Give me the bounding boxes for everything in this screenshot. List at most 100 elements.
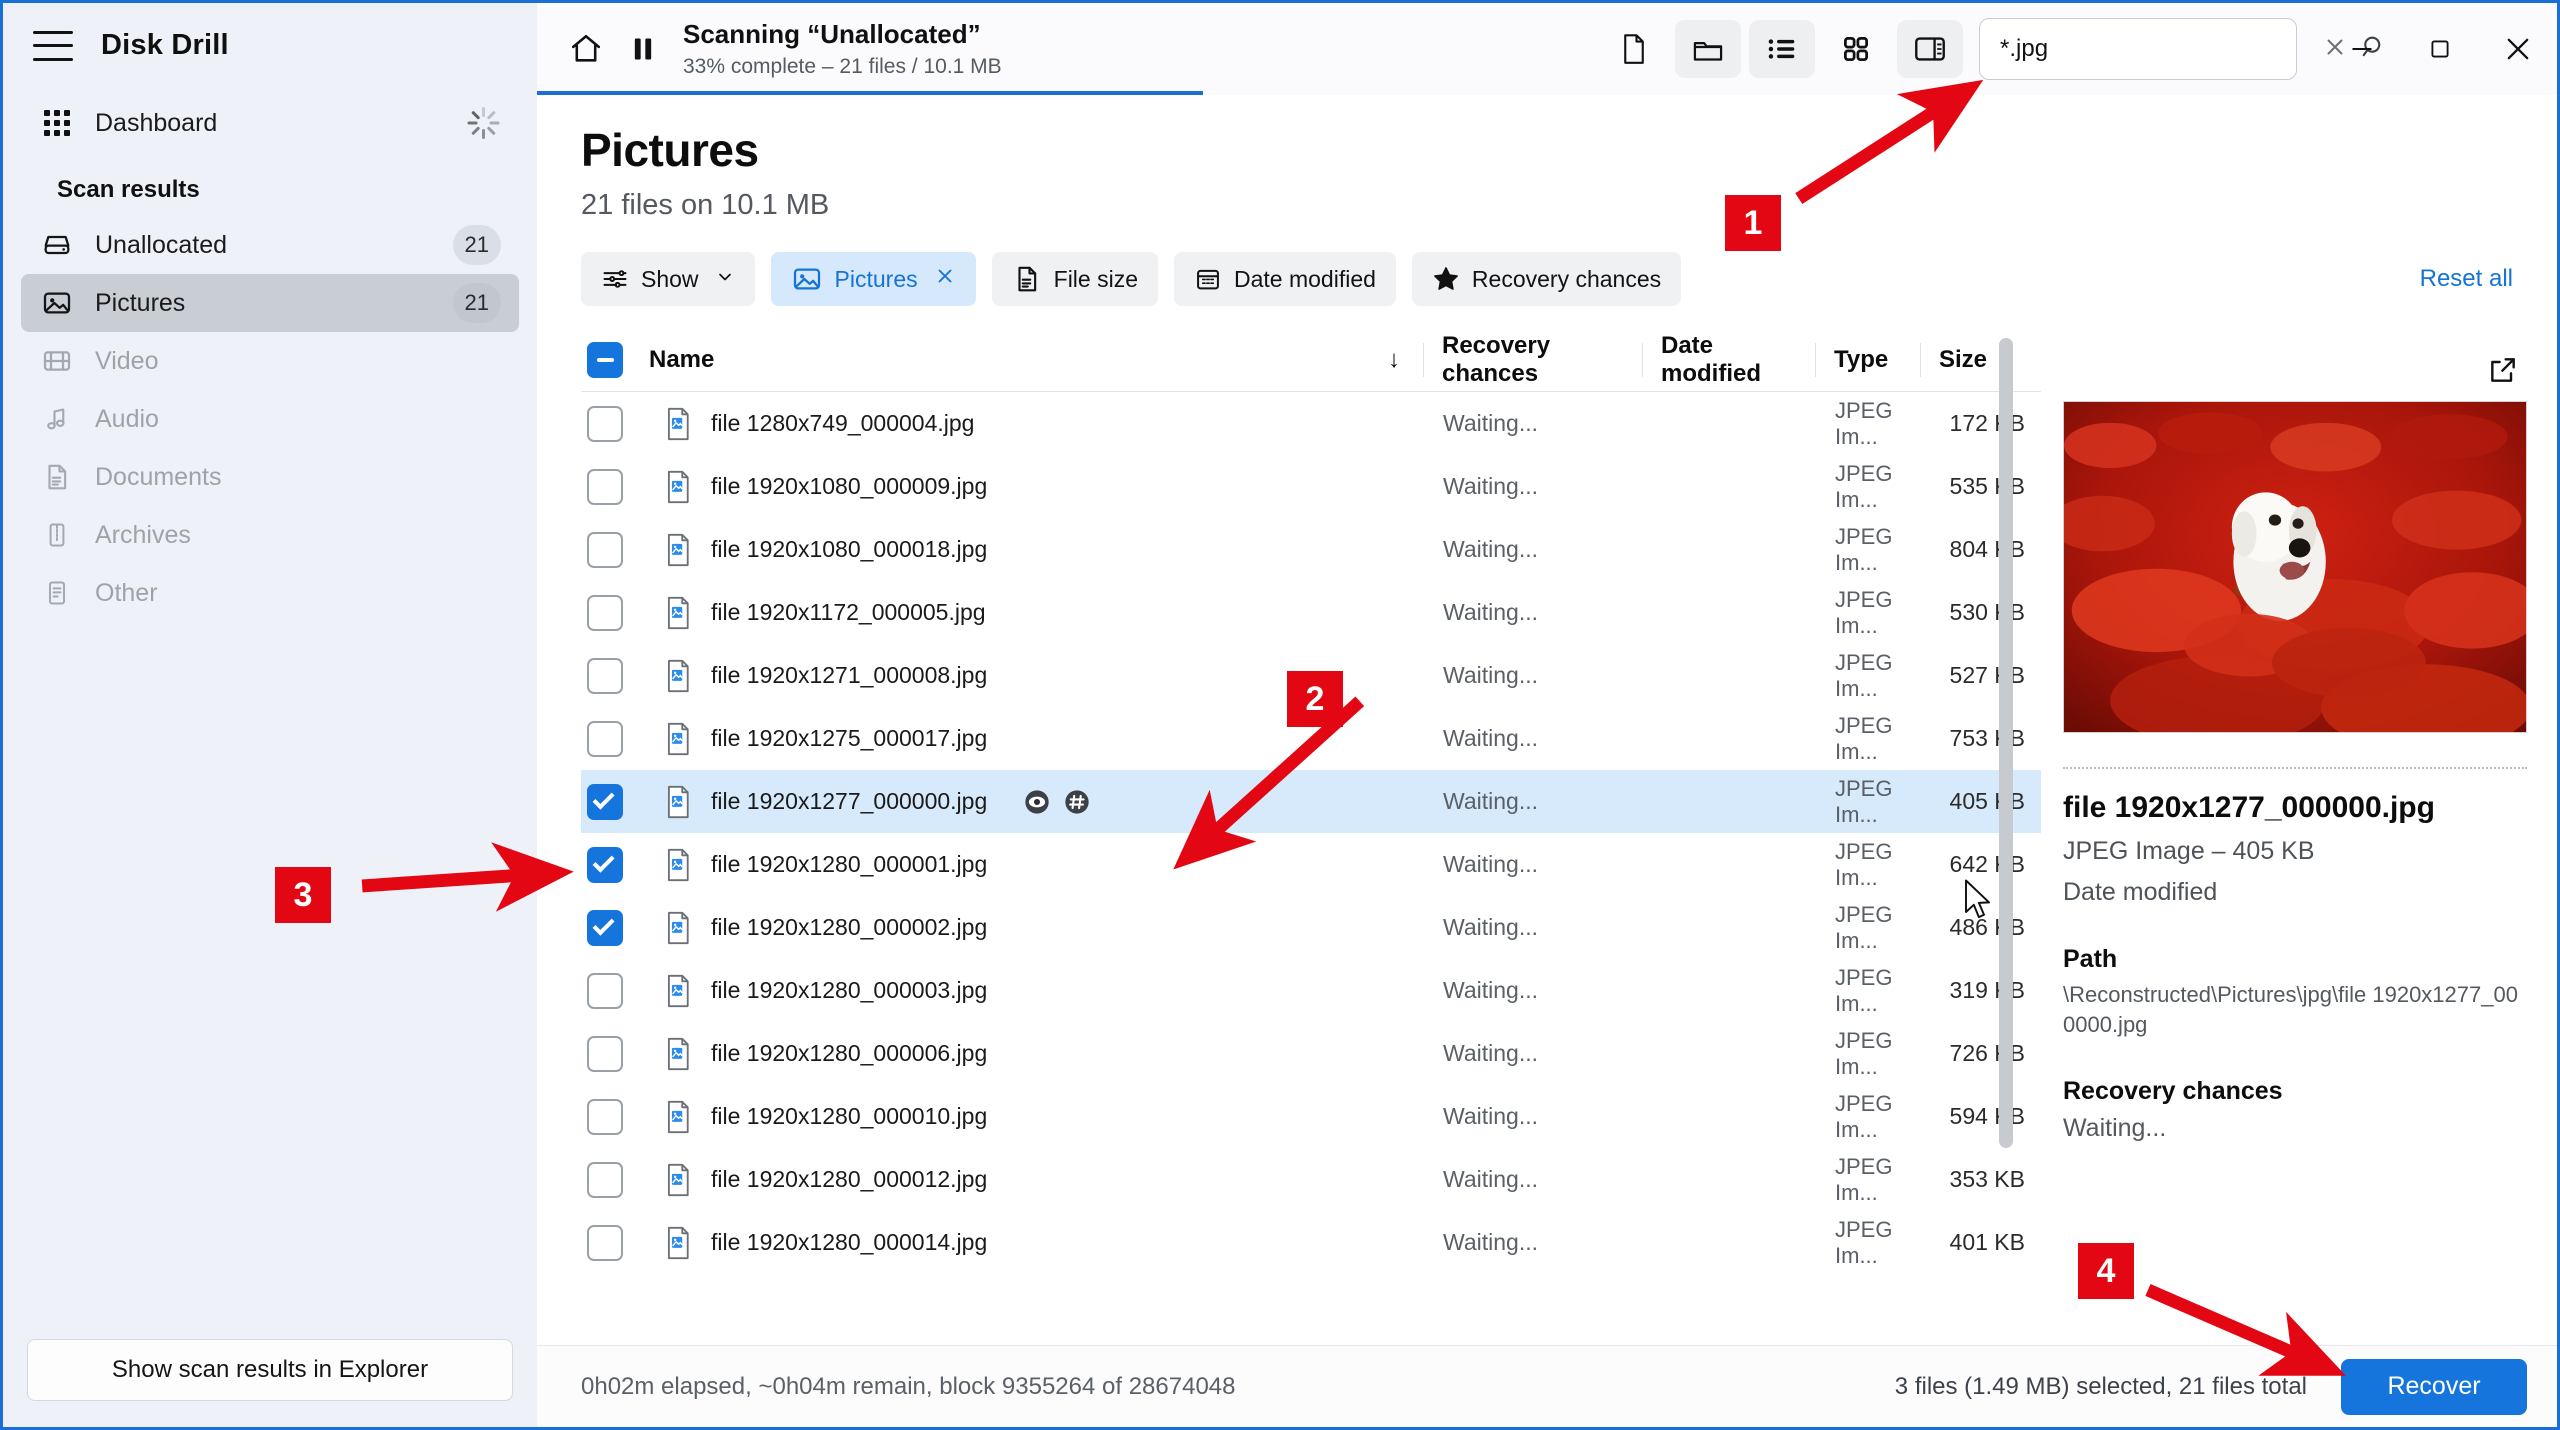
- recovery-chance-cell: Waiting...: [1443, 662, 1539, 688]
- table-row[interactable]: file 1920x1280_000010.jpg Waiting... JPEG …: [581, 1085, 2041, 1148]
- pause-icon[interactable]: [629, 34, 657, 64]
- remove-filter-icon[interactable]: [934, 265, 956, 294]
- preview-path-value: \Reconstructed\Pictures\jpg\file 1920x12…: [2063, 982, 2518, 1037]
- grid-view-icon[interactable]: [1823, 20, 1889, 78]
- sidebar-item-video[interactable]: Video: [21, 332, 519, 390]
- filter-chip-pictures[interactable]: Pictures: [770, 252, 976, 306]
- film-icon: [39, 344, 75, 378]
- sidebar-item-archives[interactable]: Archives: [21, 506, 519, 564]
- column-header-type[interactable]: Type: [1816, 346, 1920, 374]
- sidebar-item-pictures[interactable]: Pictures 21: [21, 274, 519, 332]
- list-view-icon[interactable]: [1749, 20, 1815, 78]
- vertical-scrollbar[interactable]: [1999, 338, 2013, 1148]
- open-external-icon[interactable]: [2487, 354, 2519, 391]
- folder-view-icon[interactable]: [1675, 20, 1741, 78]
- file-view-icon[interactable]: [1601, 20, 1667, 78]
- row-checkbox[interactable]: [581, 720, 645, 757]
- cell-divider: [1642, 911, 1643, 945]
- close-icon[interactable]: [2479, 14, 2557, 84]
- row-checkbox[interactable]: [581, 1035, 645, 1072]
- column-header-size[interactable]: Size: [1921, 346, 2041, 374]
- jpeg-file-icon: [645, 1163, 711, 1197]
- jpeg-file-icon: [645, 407, 711, 441]
- cell-divider: [1642, 848, 1643, 882]
- recovery-chance-cell: Waiting...: [1443, 1103, 1539, 1129]
- row-checkbox[interactable]: [581, 783, 645, 820]
- table-row[interactable]: file 1920x1280_000006.jpg Waiting... JPEG …: [581, 1022, 2041, 1085]
- sidebar-item-other[interactable]: Other: [21, 564, 519, 622]
- table-row[interactable]: file 1920x1080_000018.jpg Waiting... JPEG …: [581, 518, 2041, 581]
- row-checkbox[interactable]: [581, 1161, 645, 1198]
- file-type-cell: JPEG Im...: [1835, 1153, 1893, 1205]
- selection-summary-text: 3 files (1.49 MB) selected, 21 files tot…: [1894, 1372, 2307, 1400]
- row-checkbox[interactable]: [581, 531, 645, 568]
- column-header-name[interactable]: Name: [649, 346, 714, 374]
- eye-icon[interactable]: [1023, 788, 1051, 816]
- row-checkbox[interactable]: [581, 1224, 645, 1261]
- sidebar-footer: Show scan results in Explorer: [3, 1339, 537, 1427]
- hash-icon[interactable]: [1063, 788, 1091, 816]
- file-type-cell: JPEG Im...: [1835, 1090, 1893, 1142]
- split-view-icon[interactable]: [1897, 20, 1963, 78]
- table-row[interactable]: file 1920x1280_000012.jpg Waiting... JPEG …: [581, 1148, 2041, 1211]
- jpeg-file-icon: [645, 785, 711, 819]
- table-row[interactable]: file 1920x1280_000014.jpg Waiting... JPEG …: [581, 1211, 2041, 1274]
- sort-descending-icon[interactable]: ↓: [1365, 346, 1423, 374]
- filter-chip-show[interactable]: Show: [581, 252, 755, 306]
- column-header-date-modified[interactable]: Date modified: [1643, 332, 1815, 388]
- home-icon[interactable]: [569, 32, 603, 66]
- row-checkbox[interactable]: [581, 405, 645, 442]
- preview-recovery-value: Waiting...: [2063, 1114, 2167, 1143]
- table-row[interactable]: file 1920x1280_000003.jpg Waiting... JPEG …: [581, 959, 2041, 1022]
- filter-chip-file-size[interactable]: File size: [991, 252, 1158, 306]
- doc-icon: [39, 460, 75, 494]
- preview-file-name: file 1920x1277_000000.jpg: [2063, 791, 2435, 824]
- row-checkbox[interactable]: [581, 468, 645, 505]
- row-checkbox[interactable]: [581, 594, 645, 631]
- hamburger-menu-icon[interactable]: [33, 30, 73, 61]
- file-name: file 1920x1275_000017.jpg: [711, 725, 988, 751]
- preview-image[interactable]: [2063, 401, 2527, 733]
- table-row[interactable]: file 1280x749_000004.jpg Waiting... JPEG I…: [581, 392, 2041, 455]
- search-box[interactable]: [1979, 18, 2381, 80]
- cell-divider: [1642, 722, 1643, 756]
- select-all-checkbox[interactable]: [581, 341, 645, 378]
- grid-icon: [39, 106, 75, 140]
- jpeg-file-icon: [645, 722, 711, 756]
- show-scan-results-in-explorer-button[interactable]: Show scan results in Explorer: [27, 1339, 513, 1401]
- reset-all-link[interactable]: Reset all: [2420, 265, 2513, 293]
- sidebar-item-documents[interactable]: Documents: [21, 448, 519, 506]
- search-input[interactable]: [2000, 35, 2310, 63]
- preview-panel: file 1920x1277_000000.jpg JPEG Image – 4…: [2041, 328, 2557, 1345]
- row-checkbox[interactable]: [581, 657, 645, 694]
- sidebar-item-unallocated[interactable]: Unallocated 21: [21, 216, 519, 274]
- table-row[interactable]: file 1920x1280_000002.jpg Waiting... JPEG …: [581, 896, 2041, 959]
- row-checkbox[interactable]: [581, 972, 645, 1009]
- file-size-cell: 642 KB: [1949, 851, 2025, 877]
- sidebar-item-audio[interactable]: Audio: [21, 390, 519, 448]
- file-name: file 1920x1280_000014.jpg: [711, 1229, 988, 1255]
- table-row[interactable]: file 1920x1280_000001.jpg Waiting... JPEG …: [581, 833, 2041, 896]
- table-row[interactable]: file 1920x1172_000005.jpg Waiting... JPEG …: [581, 581, 2041, 644]
- jpeg-file-icon: [645, 470, 711, 504]
- row-actions: [1023, 788, 1091, 816]
- cell-divider: [1642, 974, 1643, 1008]
- sidebar-item-dashboard[interactable]: Dashboard: [21, 94, 519, 152]
- table-row[interactable]: file 1920x1080_000009.jpg Waiting... JPEG …: [581, 455, 2041, 518]
- status-bar: 0h02m elapsed, ~0h04m remain, block 9355…: [537, 1345, 2557, 1427]
- minimize-icon[interactable]: [2323, 14, 2401, 84]
- recover-button[interactable]: Recover: [2341, 1358, 2527, 1415]
- row-checkbox[interactable]: [581, 846, 645, 883]
- table-row[interactable]: file 1920x1277_000000.jpg Waiting... JPEG …: [581, 770, 2041, 833]
- file-table: Name ↓ Recovery chances Date modified Ty…: [581, 328, 2041, 1345]
- jpeg-file-icon: [645, 848, 711, 882]
- column-header-recovery-chances[interactable]: Recovery chances: [1424, 332, 1642, 388]
- filter-chip-recovery-chances[interactable]: Recovery chances: [1411, 252, 1682, 306]
- preview-details: file 1920x1277_000000.jpg JPEG Image – 4…: [2063, 767, 2527, 1146]
- maximize-icon[interactable]: [2401, 14, 2479, 84]
- row-checkbox[interactable]: [581, 909, 645, 946]
- file-name: file 1920x1280_000002.jpg: [711, 914, 988, 940]
- cell-divider: [1642, 1100, 1643, 1134]
- filter-chip-date-modified[interactable]: Date modified: [1174, 252, 1396, 306]
- row-checkbox[interactable]: [581, 1098, 645, 1135]
